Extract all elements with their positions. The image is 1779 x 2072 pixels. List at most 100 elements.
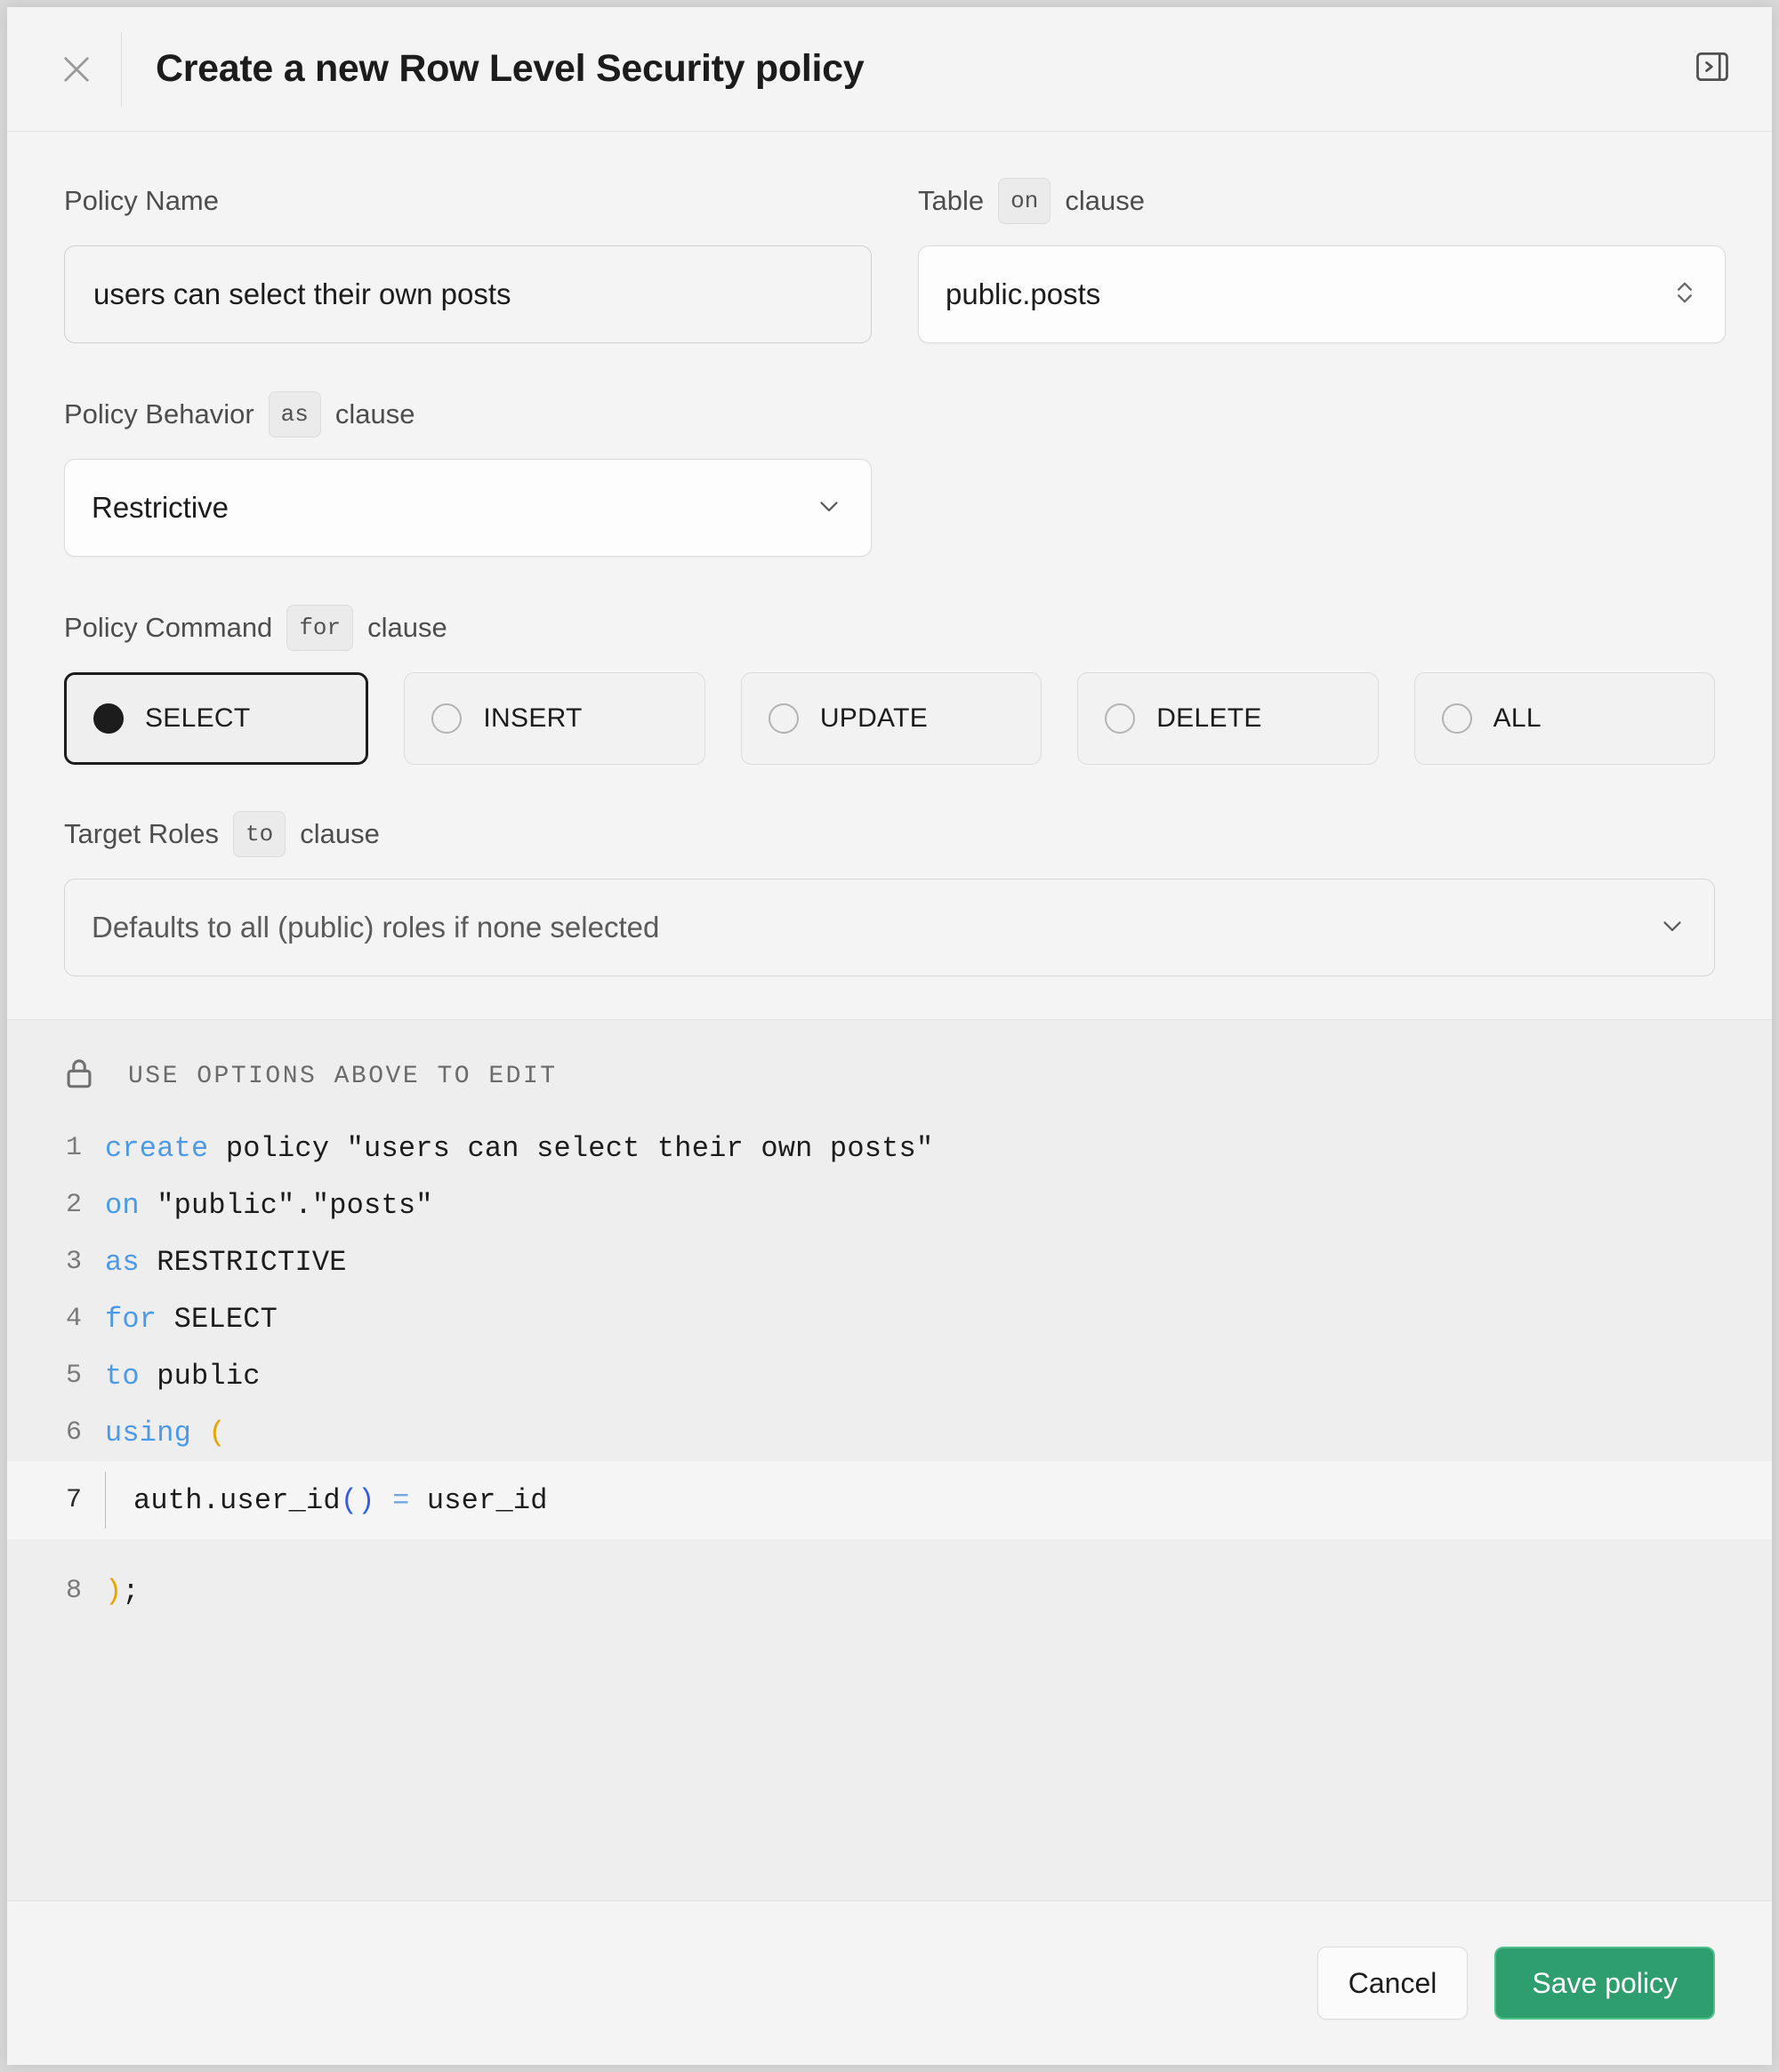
code-line-spacer (7, 1539, 1772, 1562)
policy-form: Policy Name Table on clause public.posts (7, 132, 1772, 1020)
panel-right-expand-icon (1693, 47, 1732, 91)
policy-name-input[interactable] (64, 245, 872, 343)
form-row-2-empty (918, 391, 1726, 557)
policy-command-radio-group: SELECT INSERT UPDATE DELETE ALL (64, 672, 1715, 765)
radio-indicator (93, 703, 124, 734)
chevron-down-icon (1657, 911, 1687, 945)
line-content: for SELECT (105, 1303, 278, 1336)
radio-option-delete[interactable]: DELETE (1077, 672, 1378, 765)
table-label: Table (918, 185, 984, 217)
table-clause-chip: on (998, 178, 1050, 224)
lock-icon (62, 1055, 96, 1098)
target-roles-select[interactable]: Defaults to all (public) roles if none s… (64, 879, 1715, 976)
line-content: as RESTRICTIVE (105, 1246, 347, 1279)
policy-name-label-row: Policy Name (64, 178, 872, 224)
policy-behavior-select-value: Restrictive (92, 491, 814, 525)
line-content: using ( (105, 1417, 226, 1450)
line-number: 3 (7, 1247, 105, 1277)
target-roles-clause-word: clause (300, 818, 380, 850)
code-lines: 1 create policy "users can select their … (7, 1120, 1772, 1619)
line-number: 1 (7, 1133, 105, 1163)
editor-banner-text: USE OPTIONS ABOVE TO EDIT (128, 1063, 558, 1090)
line-content: ); (105, 1575, 140, 1608)
close-button[interactable] (57, 50, 96, 89)
code-line[interactable]: 2 on "public"."posts" (7, 1177, 1772, 1233)
code-line[interactable]: 4 for SELECT (7, 1290, 1772, 1347)
policy-behavior-select[interactable]: Restrictive (64, 459, 872, 557)
line-number: 7 (7, 1485, 105, 1515)
policy-command-clause-chip: for (286, 605, 353, 651)
table-select[interactable]: public.posts (918, 245, 1726, 343)
sql-operator: = (392, 1484, 409, 1517)
sql-keyword: as (105, 1246, 140, 1279)
line-content: auth.user_id() = user_id (133, 1484, 548, 1517)
sql-text: public (140, 1360, 261, 1393)
header-divider (121, 32, 122, 107)
line-number: 4 (7, 1304, 105, 1334)
policy-name-label: Policy Name (64, 185, 219, 217)
policy-command-field-group: Policy Command for clause SELECT INSERT … (64, 605, 1715, 765)
radio-indicator (1442, 703, 1472, 734)
line-number: 5 (7, 1361, 105, 1391)
radio-option-label: ALL (1493, 703, 1542, 734)
close-icon (58, 51, 95, 88)
sql-text: policy "users can select their own posts… (208, 1132, 933, 1165)
target-roles-field-group: Target Roles to clause Defaults to all (… (64, 811, 1715, 976)
save-policy-button[interactable]: Save policy (1494, 1947, 1715, 2020)
code-line[interactable]: 5 to public (7, 1347, 1772, 1404)
sql-preview-editor: USE OPTIONS ABOVE TO EDIT 1 create polic… (7, 1020, 1772, 1901)
policy-command-label-row: Policy Command for clause (64, 605, 1715, 651)
policy-command-label: Policy Command (64, 612, 272, 644)
table-field-group: Table on clause public.posts (918, 178, 1726, 343)
policy-behavior-label: Policy Behavior (64, 398, 254, 430)
sql-paren-open: ( (208, 1417, 225, 1450)
radio-option-select[interactable]: SELECT (64, 672, 368, 765)
spacer-2 (64, 557, 1715, 605)
target-roles-label: Target Roles (64, 818, 219, 850)
sql-text: "public"."posts" (140, 1189, 433, 1222)
page-title: Create a new Row Level Security policy (156, 47, 864, 91)
radio-indicator (1105, 703, 1135, 734)
code-line-active[interactable]: 7 auth.user_id() = user_id (7, 1461, 1772, 1539)
policy-behavior-clause-word: clause (335, 398, 415, 430)
radio-option-all[interactable]: ALL (1414, 672, 1715, 765)
radio-option-label: SELECT (145, 703, 251, 734)
target-roles-label-row: Target Roles to clause (64, 811, 1715, 857)
radio-indicator (769, 703, 799, 734)
code-line[interactable]: 6 using ( (7, 1404, 1772, 1461)
sql-paren-close: ) (105, 1575, 122, 1608)
panel-right-expand-button[interactable] (1692, 49, 1733, 90)
spacer-1 (64, 343, 1715, 391)
chevron-up-down-icon (1671, 277, 1698, 312)
code-line[interactable]: 3 as RESTRICTIVE (7, 1233, 1772, 1290)
policy-name-field-group: Policy Name (64, 178, 872, 343)
policy-behavior-label-row: Policy Behavior as clause (64, 391, 872, 438)
radio-option-label: UPDATE (820, 703, 928, 734)
radio-option-update[interactable]: UPDATE (741, 672, 1042, 765)
table-label-row: Table on clause (918, 178, 1726, 224)
cancel-button[interactable]: Cancel (1317, 1947, 1469, 2020)
radio-option-label: INSERT (483, 703, 582, 734)
create-rls-policy-modal: Create a new Row Level Security policy P… (7, 7, 1772, 2065)
form-row-1: Policy Name Table on clause public.posts (64, 178, 1715, 343)
line-number: 6 (7, 1417, 105, 1448)
sql-keyword: on (105, 1189, 140, 1222)
sql-text: RESTRICTIVE (140, 1246, 347, 1279)
indent-guide (105, 1472, 106, 1529)
modal-header: Create a new Row Level Security policy (7, 7, 1772, 132)
target-roles-select-value: Defaults to all (public) roles if none s… (92, 911, 1657, 944)
code-line[interactable]: 1 create policy "users can select their … (7, 1120, 1772, 1177)
sql-keyword: for (105, 1303, 157, 1336)
sql-call-parens: () (341, 1484, 375, 1517)
chevron-down-icon (814, 491, 844, 526)
radio-option-label: DELETE (1156, 703, 1262, 734)
code-line[interactable]: 8 ); (7, 1562, 1772, 1619)
modal-footer: Cancel Save policy (7, 1901, 1772, 2065)
table-clause-word: clause (1065, 185, 1145, 217)
line-content: on "public"."posts" (105, 1189, 433, 1222)
sql-text: SELECT (157, 1303, 278, 1336)
radio-option-insert[interactable]: INSERT (404, 672, 704, 765)
target-roles-clause-chip: to (233, 811, 286, 857)
line-number: 8 (7, 1576, 105, 1606)
sql-keyword: create (105, 1132, 208, 1165)
